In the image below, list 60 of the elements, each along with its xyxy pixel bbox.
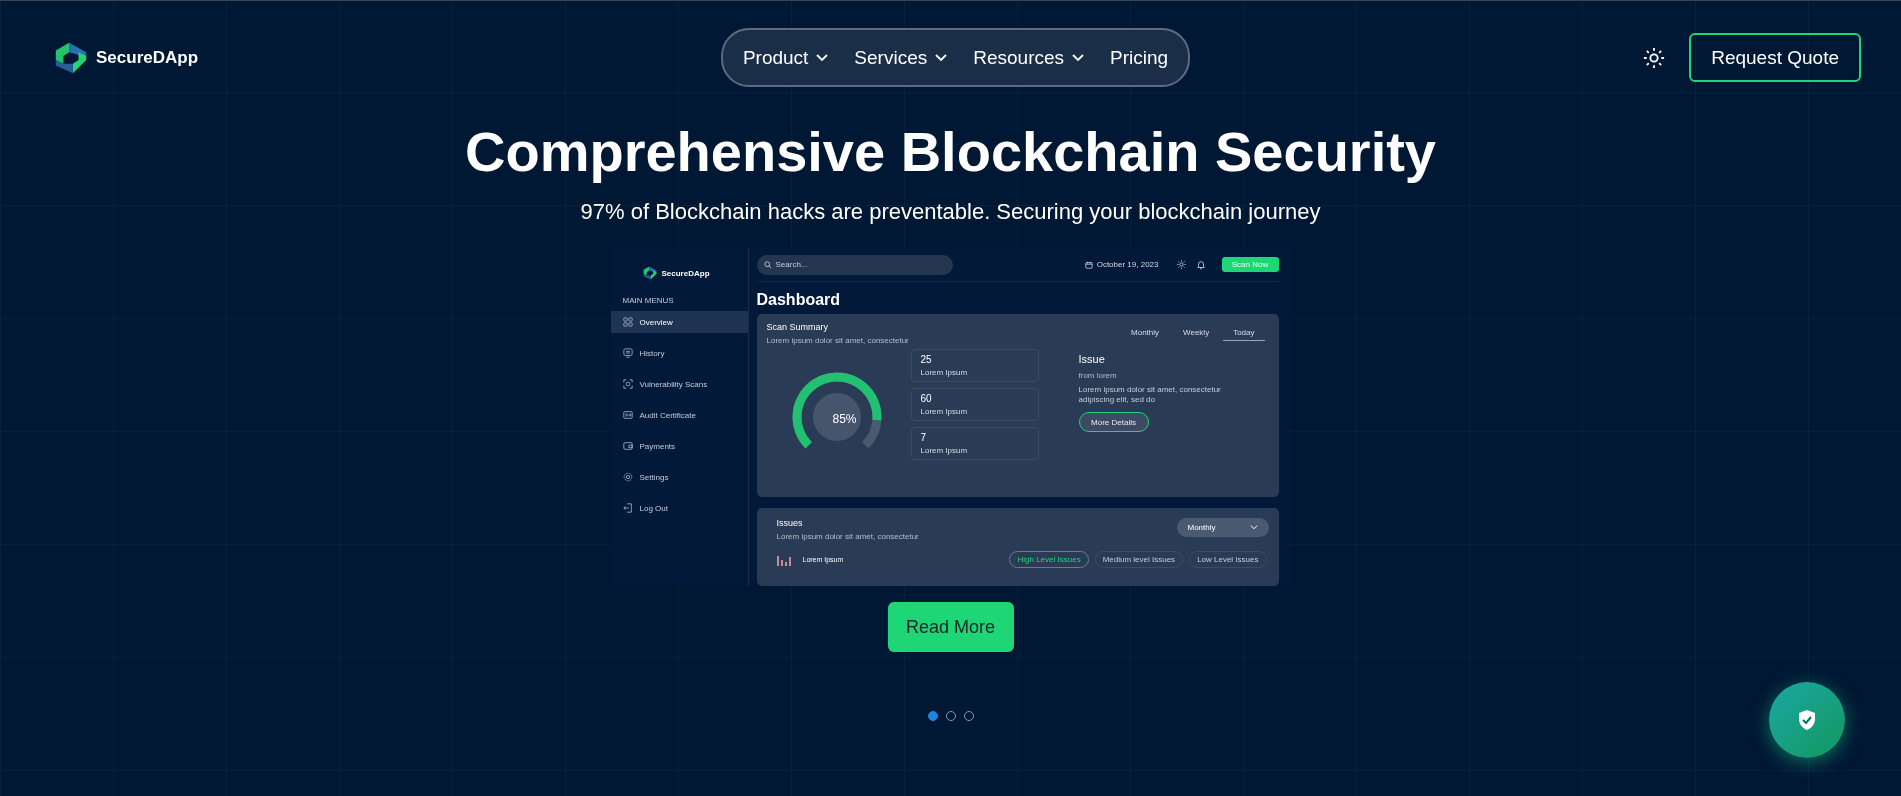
stat-value: 7 (920, 432, 928, 443)
stat-label: Lorem Ipsum (920, 368, 969, 377)
read-more-button[interactable]: Read More (887, 602, 1014, 652)
theme-toggle-icon[interactable] (1643, 46, 1666, 69)
chevron-down-icon (1072, 53, 1085, 62)
period-tab[interactable]: Monthly (1121, 322, 1170, 341)
stat-value: 25 (920, 354, 933, 365)
sidebar-item[interactable]: Payments (610, 435, 748, 457)
period-dropdown[interactable]: Monthly (1176, 518, 1269, 538)
sidebar-item[interactable]: History (610, 342, 748, 364)
bell-icon[interactable] (1195, 259, 1206, 270)
issue-title: Issue (1078, 353, 1106, 365)
grid-icon (622, 317, 633, 327)
security-badge-button[interactable] (1769, 682, 1845, 758)
brand-name: SecureDApp (96, 47, 199, 68)
logout-icon (622, 503, 633, 513)
nav-link[interactable]: Resources (973, 46, 1085, 69)
card-subtitle: Lorem ipsum dolor sit amet, consectetur (776, 532, 919, 542)
period-tab[interactable]: Today (1223, 322, 1265, 341)
settings-icon (622, 472, 633, 482)
sidebar-item[interactable]: Overview (610, 311, 748, 333)
more-details-button[interactable]: More Details (1078, 412, 1149, 432)
sun-icon[interactable] (1176, 260, 1186, 269)
nav-link[interactable]: Services (854, 46, 948, 69)
chevron-down-icon (816, 53, 829, 62)
hero-subtitle: 97% of Blockchain hacks are preventable. Securing your blockchain journey (580, 198, 1321, 226)
issue-text: Lorem ipsum dolor sit amet, consectetur adipiscing elit, sed do (1078, 385, 1222, 405)
certificate-icon (622, 410, 633, 420)
stat-label: Lorem Ipsum (920, 407, 969, 416)
date-label: October 19, 2023 (1096, 260, 1159, 269)
nav-link[interactable]: Pricing (1110, 46, 1169, 69)
gauge-reading: 85% (831, 412, 858, 426)
card-title: Scan Summary (766, 322, 830, 332)
menu-heading: MAIN MENUS (621, 295, 675, 307)
card-title: Issues (776, 518, 804, 529)
page-title: Dashboard (756, 290, 842, 310)
stat-label: Lorem Ipsum (920, 446, 969, 455)
sidebar-item[interactable]: Audit Certificate (610, 404, 748, 426)
sidebar-item[interactable]: Log Out (610, 497, 748, 519)
bar-chart-icon (776, 553, 793, 566)
hero-title: Comprehensive Blockchain Security (465, 120, 1436, 184)
carousel-dot[interactable] (927, 711, 938, 721)
chevron-down-icon (935, 53, 948, 62)
wallet-icon (622, 441, 633, 451)
search-field[interactable]: Search... (756, 254, 953, 275)
chevron-down-icon (1249, 525, 1258, 531)
request-quote-button[interactable]: Request Quote (1689, 33, 1861, 82)
issue-source: from lorem (1078, 371, 1118, 380)
shield-check-icon (1797, 709, 1817, 731)
nav-link[interactable]: Product (742, 46, 829, 69)
calendar-icon (1084, 260, 1093, 269)
stat-value: 60 (920, 393, 933, 404)
search-icon (763, 260, 772, 269)
chat-icon (622, 348, 633, 358)
sidebar-item[interactable]: Settings (610, 466, 748, 488)
brand-name: SecureDApp (661, 268, 710, 278)
card-subtitle: Lorem ipsum dolor sit amet, consectetur (766, 336, 909, 345)
period-tab[interactable]: Weekly (1173, 322, 1220, 341)
scan-icon (622, 379, 633, 389)
sidebar-item[interactable]: Vulnerability Scans (610, 373, 748, 395)
